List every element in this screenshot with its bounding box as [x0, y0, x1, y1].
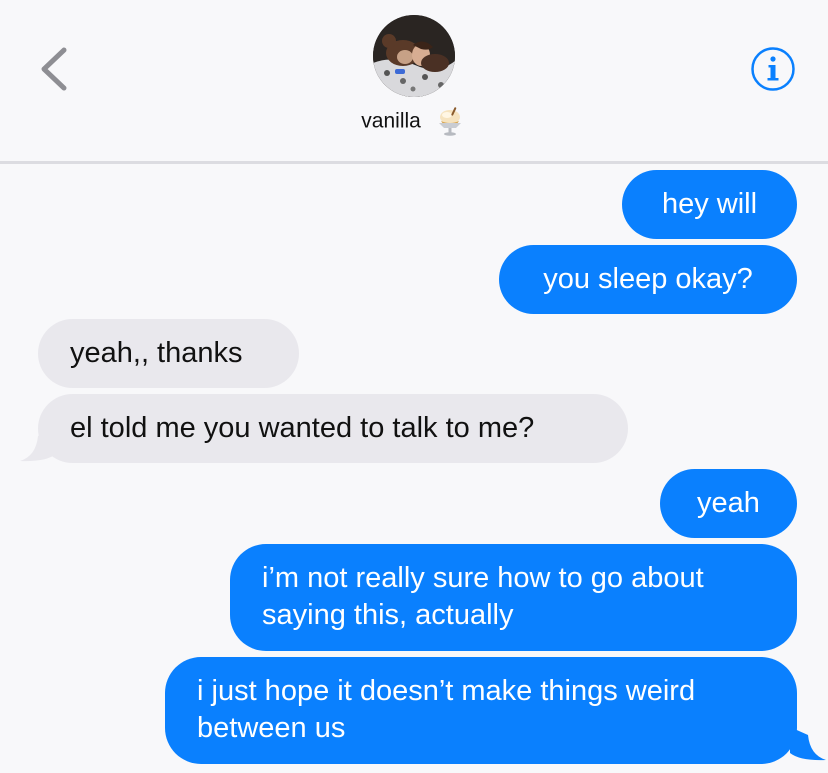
- message-list[interactable]: hey will you sleep okay? yeah,, thanks e…: [0, 164, 828, 773]
- message-bubble-sent[interactable]: you sleep okay?: [499, 245, 797, 314]
- message-text-line: i just hope it doesn’t make things weird: [197, 675, 696, 707]
- conversation-header: vanilla: [0, 0, 828, 164]
- message-text-line: i’m not really sure how to go about: [262, 562, 704, 594]
- message-bubble-sent[interactable]: i’m not really sure how to go about sayi…: [230, 544, 797, 651]
- ice-cream-emoji-icon: [433, 104, 467, 138]
- contact-avatar[interactable]: [373, 15, 455, 97]
- contact-name-row[interactable]: vanilla: [0, 104, 828, 138]
- info-button[interactable]: [750, 46, 796, 92]
- message-text: yeah,, thanks: [70, 337, 243, 369]
- message-text: yeah: [697, 487, 760, 519]
- message-text-line: saying this, actually: [262, 599, 514, 631]
- message-bubble-received[interactable]: yeah,, thanks: [38, 319, 299, 388]
- message-text: el told me you wanted to talk to me?: [70, 412, 535, 444]
- message-text: hey will: [661, 188, 758, 220]
- info-icon: [751, 47, 795, 91]
- message-text: you sleep okay?: [543, 263, 753, 295]
- message-text-line: between us: [197, 712, 346, 744]
- message-bubble-sent[interactable]: hey will: [622, 170, 797, 239]
- message-bubble-sent[interactable]: i just hope it doesn’t make things weird…: [165, 657, 797, 764]
- back-button[interactable]: [28, 44, 76, 92]
- message-bubble-received[interactable]: el told me you wanted to talk to me?: [38, 394, 628, 463]
- message-bubble-sent[interactable]: yeah: [660, 469, 797, 538]
- chevron-left-icon: [41, 47, 67, 91]
- avatar-photo: [373, 15, 455, 97]
- contact-name: vanilla: [361, 109, 421, 133]
